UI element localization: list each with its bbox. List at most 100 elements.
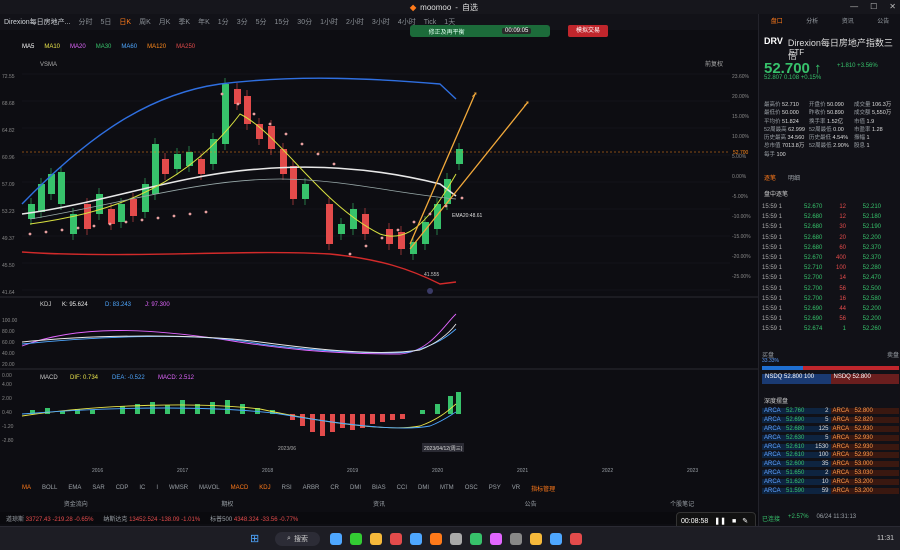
chart-svg: VSMA 前复权 72.55 68.68 64.82 60.96 57.09 53.23 49.…	[0, 60, 758, 452]
bottom-tab-1[interactable]: 期权	[152, 499, 304, 508]
indicator-15[interactable]: BIAS	[372, 485, 386, 491]
taskbar-app-icon[interactable]	[450, 533, 462, 545]
timeframe-2[interactable]: 日K	[119, 17, 131, 27]
timeframe-1[interactable]: 5日	[101, 17, 112, 27]
sar-dot	[364, 244, 368, 248]
minimize-icon[interactable]: —	[850, 2, 858, 11]
indicator-12[interactable]: ARBR	[303, 485, 320, 491]
indicator-0[interactable]: MA	[22, 485, 31, 491]
tick-volume: 400	[835, 255, 846, 262]
taskbar-app-icon[interactable]	[330, 533, 342, 545]
ask-exchange: ARCA	[832, 417, 850, 424]
index-quote[interactable]: 道琼斯 33727.43 -219.28 -0.65%	[6, 514, 93, 523]
indicator-21[interactable]: VR	[512, 485, 520, 491]
quote-tab-3[interactable]: 公告	[877, 16, 889, 28]
indicator-17[interactable]: DMI	[418, 485, 429, 491]
depth-bid: ARCA 51.590 59	[762, 487, 831, 494]
indicator-9[interactable]: MACD	[231, 485, 249, 491]
taskbar-app-icon[interactable]	[530, 533, 542, 545]
taskbar-app-icon[interactable]	[510, 533, 522, 545]
detail-tab-0[interactable]: 逐笔	[764, 173, 776, 182]
tick-price: 52.670	[804, 255, 823, 262]
indicator-10[interactable]: KDJ	[259, 485, 270, 491]
bottom-tab-4[interactable]: 个股笔记	[606, 499, 758, 508]
toolbar-symbol[interactable]: Direxion每日房地产...	[4, 17, 71, 27]
indicator-2[interactable]: EMA	[68, 485, 81, 491]
quote-tab-1[interactable]: 分析	[806, 16, 818, 28]
taskbar-app-icon[interactable]	[490, 533, 502, 545]
pen-icon[interactable]: ✎	[742, 517, 748, 525]
sar-dot	[380, 236, 384, 240]
timeframe-4[interactable]: 月K	[159, 17, 171, 27]
close-icon[interactable]: ✕	[889, 2, 896, 11]
indicator-5[interactable]: IC	[139, 485, 145, 491]
tick-price-2: 52.470	[862, 275, 881, 282]
indicator-8[interactable]: MAVOL	[199, 485, 220, 491]
sar-dot	[60, 228, 64, 232]
indicator-11[interactable]: RSI	[282, 485, 292, 491]
indicator-16[interactable]: CCI	[397, 485, 407, 491]
indicator-14[interactable]: DMI	[350, 485, 361, 491]
trade-status-pill[interactable]: 修正及再平衡 00:09:05	[410, 25, 550, 37]
quote-tab-2[interactable]: 资讯	[842, 16, 854, 28]
stat-cell: 历史最高 34.560	[764, 133, 809, 141]
taskbar-search[interactable]: ⌕ 搜索	[275, 532, 320, 546]
timeframe-8[interactable]: 3分	[237, 17, 248, 27]
bottom-tab-0[interactable]: 资金流向	[0, 499, 152, 508]
timeframe-0[interactable]: 分时	[79, 17, 93, 27]
timeframe-9[interactable]: 5分	[256, 17, 267, 27]
timeframe-6[interactable]: 年K	[198, 17, 210, 27]
maximize-icon[interactable]: ☐	[870, 2, 877, 11]
indicator-3[interactable]: SAR	[92, 485, 104, 491]
indicator-13[interactable]: CR	[330, 485, 339, 491]
indicator-bar: MA BOLL EMA SAR CDP IC I WMSR MAVOL MACD KDJ RSI ARB…	[0, 482, 758, 494]
pct-tick: 0.00%	[732, 174, 747, 180]
pause-icon[interactable]: ❚❚	[714, 517, 726, 525]
windows-start-icon[interactable]: ⊞	[250, 533, 262, 545]
timeframe-10[interactable]: 15分	[275, 17, 290, 27]
timeframe-7[interactable]: 1分	[218, 17, 229, 27]
bottom-tab-3[interactable]: 公告	[455, 499, 607, 508]
quote-stats: 最高价 52.710 开盘价 50.090 成交量 106.3万 最低价 50.000…	[764, 100, 899, 158]
bid-ask-ratio-bar	[762, 366, 899, 370]
taskbar-app-icon[interactable]	[370, 533, 382, 545]
detail-tab-1[interactable]: 明细	[788, 173, 800, 182]
taskbar-app-icon[interactable]	[410, 533, 422, 545]
indicator-1[interactable]: BOLL	[42, 485, 57, 491]
stat-value: 52.710	[782, 102, 799, 108]
timeframe-13[interactable]: 2小时	[346, 17, 364, 27]
taskbar-app-icon[interactable]	[470, 533, 482, 545]
timeframe-14[interactable]: 3小时	[372, 17, 390, 27]
kdj-j: J: 97.300	[145, 302, 170, 308]
indicator-6[interactable]: I	[156, 485, 158, 491]
taskbar-app-icon[interactable]	[430, 533, 442, 545]
taskbar-app-icon[interactable]	[390, 533, 402, 545]
indicator-4[interactable]: CDP	[116, 485, 129, 491]
bottom-tab-2[interactable]: 资讯	[303, 499, 455, 508]
timeframe-12[interactable]: 1小时	[320, 17, 338, 27]
bid-qty: 100	[818, 452, 829, 459]
tick-price: 52.700	[804, 275, 823, 282]
indicator-19[interactable]: OSC	[465, 485, 478, 491]
indicator-20[interactable]: PSY	[489, 485, 501, 491]
stop-icon[interactable]: ■	[732, 518, 736, 525]
title-bar: ◆ moomoo - 自选 — ☐ ✕	[0, 0, 900, 14]
timeframe-5[interactable]: 季K	[178, 17, 190, 27]
quote-tab-0[interactable]: 盘口	[771, 16, 783, 28]
taskbar-app-icon[interactable]	[570, 533, 582, 545]
indicator-22[interactable]: 指标管理	[531, 484, 555, 493]
event-marker[interactable]	[427, 288, 433, 294]
index-quote[interactable]: 标普500 4348.324 -33.56 -0.77%	[210, 514, 298, 523]
tick-time: 15:59 1	[762, 234, 783, 241]
candlestick-chart[interactable]: VSMA 前复权 72.55 68.68 64.82 60.96 57.09 53.23 49.…	[0, 54, 758, 464]
timeframe-11[interactable]: 30分	[297, 17, 312, 27]
index-change: -219.28	[52, 516, 75, 523]
tick-time: 15:59 1	[762, 295, 783, 302]
taskbar-app-icon[interactable]	[350, 533, 362, 545]
index-quote[interactable]: 纳斯达克 13452.524 -138.09 -1.01%	[103, 514, 200, 523]
indicator-18[interactable]: MTM	[440, 485, 454, 491]
taskbar-app-icon[interactable]	[550, 533, 562, 545]
indicator-7[interactable]: WMSR	[169, 485, 188, 491]
timeframe-3[interactable]: 周K	[139, 17, 151, 27]
paper-trade-button[interactable]: 模拟交易	[568, 25, 608, 37]
